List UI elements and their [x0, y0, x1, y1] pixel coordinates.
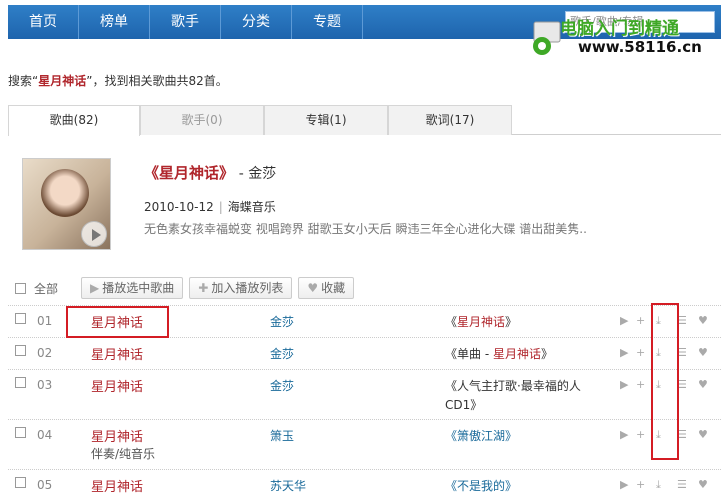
summary-suffix: ”，找到相关歌曲共82首。: [86, 74, 228, 88]
plus-icon[interactable]: +: [636, 314, 645, 327]
album-part: 《单曲 -: [445, 347, 493, 361]
heart-icon[interactable]: ♥: [698, 478, 708, 491]
search-keyword: 星月神话: [38, 74, 87, 88]
tab-songs[interactable]: 歌曲(82): [8, 105, 140, 136]
song-album[interactable]: 《箫傲江湖》: [445, 429, 517, 443]
annotation-box-download: [651, 303, 679, 460]
song-album[interactable]: 《星月神话》: [445, 313, 595, 332]
heart-icon[interactable]: ♥: [698, 378, 708, 391]
row-number: 03: [37, 378, 53, 392]
nav-artists[interactable]: 歌手: [150, 5, 221, 39]
row-number: 04: [37, 428, 53, 442]
row-checkbox[interactable]: [15, 313, 26, 324]
plus-icon[interactable]: +: [636, 478, 645, 491]
table-row: 03 星月神话 金莎 《人气主打歌·最幸福的人 CD1》 ▶ + ⤓ ☰ ♥: [8, 369, 721, 419]
favorite-label: 收藏: [321, 281, 346, 295]
album-description: 无色素女孩幸福蜕变 视唱跨界 甜歌玉女小天后 瞬违三年全心进化大碟 谱出甜美隽.…: [144, 222, 587, 236]
play-selected-button[interactable]: ▶ 播放选中歌曲: [81, 277, 184, 299]
play-selected-label: 播放选中歌曲: [102, 281, 175, 295]
song-album[interactable]: 《不是我的》: [445, 479, 517, 493]
song-title[interactable]: 星月神话: [91, 344, 143, 363]
tab-albums[interactable]: 专辑(1): [264, 105, 388, 135]
nav-home[interactable]: 首页: [8, 5, 79, 39]
play-icon[interactable]: ▶: [620, 478, 628, 491]
row-checkbox[interactable]: [15, 345, 26, 356]
row-checkbox[interactable]: [15, 377, 26, 388]
search-summary: 搜索“星月神话”，找到相关歌曲共82首。: [8, 72, 228, 89]
select-all-checkbox[interactable]: [15, 282, 26, 294]
play-icon[interactable]: [81, 221, 107, 247]
song-artist[interactable]: 金莎: [270, 345, 294, 362]
song-title[interactable]: 星月神话: [91, 426, 143, 445]
song-title[interactable]: 星月神话: [91, 376, 143, 395]
song-toolbar: 全部 ▶ 播放选中歌曲 ✚ 加入播放列表 ♥ 收藏: [15, 276, 360, 300]
play-icon[interactable]: ▶: [620, 314, 628, 327]
song-album[interactable]: 《单曲 - 星月神话》: [445, 345, 595, 364]
annotation-box-song: [66, 306, 169, 338]
add-to-playlist-button[interactable]: ✚ 加入播放列表: [189, 277, 293, 299]
result-tabs: 歌曲(82) 歌手(0) 专辑(1) 歌词(17): [8, 105, 721, 136]
tab-artists[interactable]: 歌手(0): [140, 105, 264, 135]
plus-icon[interactable]: +: [636, 378, 645, 391]
nav-topics[interactable]: 专题: [292, 5, 363, 39]
heart-icon[interactable]: ♥: [698, 428, 708, 441]
song-subtitle: 伴奏/纯音乐: [91, 447, 156, 461]
album-artist[interactable]: - 金莎: [239, 166, 277, 182]
play-icon[interactable]: ▶: [620, 378, 628, 391]
album-part: 《: [445, 315, 458, 329]
song-artist[interactable]: 金莎: [270, 313, 294, 330]
album-part: 》: [540, 347, 553, 361]
add-to-playlist-label: 加入播放列表: [211, 281, 284, 295]
favorite-button[interactable]: ♥ 收藏: [298, 277, 355, 299]
album-cover[interactable]: [22, 158, 111, 250]
tab-lyrics[interactable]: 歌词(17): [388, 105, 512, 135]
play-icon[interactable]: ▶: [620, 346, 628, 359]
song-title[interactable]: 星月神话: [91, 476, 143, 495]
song-album[interactable]: 《人气主打歌·最幸福的人 CD1》: [445, 377, 595, 415]
table-row: 05 星月神话 苏天华 《不是我的》 ▶ + ⤓ ☰ ♥: [8, 469, 721, 499]
row-number: 05: [37, 478, 53, 492]
play-icon: ▶: [90, 281, 100, 295]
album-part-highlight: 星月神话: [457, 315, 506, 329]
album-meta: 2010-10-12 | 海蝶音乐: [144, 200, 276, 214]
watermark-logo: 电脑入门到精通 www.58116.cn: [528, 12, 718, 64]
watermark-url: www.58116.cn: [578, 38, 702, 56]
heart-icon[interactable]: ♥: [698, 314, 708, 327]
album-part: 》: [505, 315, 518, 329]
page: 首页 榜单 歌手 分类 专题 歌手/歌曲/专辑 电脑入门到精通 www.5811…: [0, 0, 721, 501]
album-date: 2010-10-12: [144, 200, 214, 214]
row-checkbox[interactable]: [15, 477, 26, 488]
album-label: 海蝶音乐: [227, 200, 276, 214]
nav-charts[interactable]: 榜单: [79, 5, 150, 39]
queue-icon[interactable]: ☰: [677, 478, 687, 491]
row-number: 02: [37, 346, 53, 360]
heart-icon: ♥: [307, 281, 319, 295]
song-artist[interactable]: 苏天华: [270, 477, 306, 494]
select-all-label: 全部: [34, 281, 59, 296]
song-artist[interactable]: 金莎: [270, 377, 294, 394]
summary-prefix: 搜索“: [8, 74, 39, 88]
download-icon[interactable]: ⤓: [656, 478, 661, 492]
plus-icon[interactable]: +: [636, 428, 645, 441]
row-checkbox[interactable]: [15, 427, 26, 438]
play-icon[interactable]: ▶: [620, 428, 628, 441]
nav-categories[interactable]: 分类: [221, 5, 292, 39]
heart-icon[interactable]: ♥: [698, 346, 708, 359]
table-row: 02 星月神话 金莎 《单曲 - 星月神话》 ▶ + ⤓ ☰ ♥: [8, 337, 721, 369]
row-number: 01: [37, 314, 53, 328]
watermark-title: 电脑入门到精通: [560, 19, 679, 39]
plus-icon[interactable]: +: [636, 346, 645, 359]
cover-image: [41, 169, 89, 217]
album-part-highlight: 星月神话: [492, 347, 541, 361]
album-title[interactable]: 《星月神话》: [144, 164, 234, 182]
album-heading: 《星月神话》 - 金莎: [144, 162, 276, 183]
table-row: 04 星月神话 伴奏/纯音乐 箫玉 《箫傲江湖》 ▶ + ⤓ ☰ ♥: [8, 419, 721, 469]
song-artist[interactable]: 箫玉: [270, 427, 294, 444]
plus-icon: ✚: [198, 281, 209, 295]
row-actions: ▶ + ⤓ ☰ ♥: [620, 478, 720, 492]
